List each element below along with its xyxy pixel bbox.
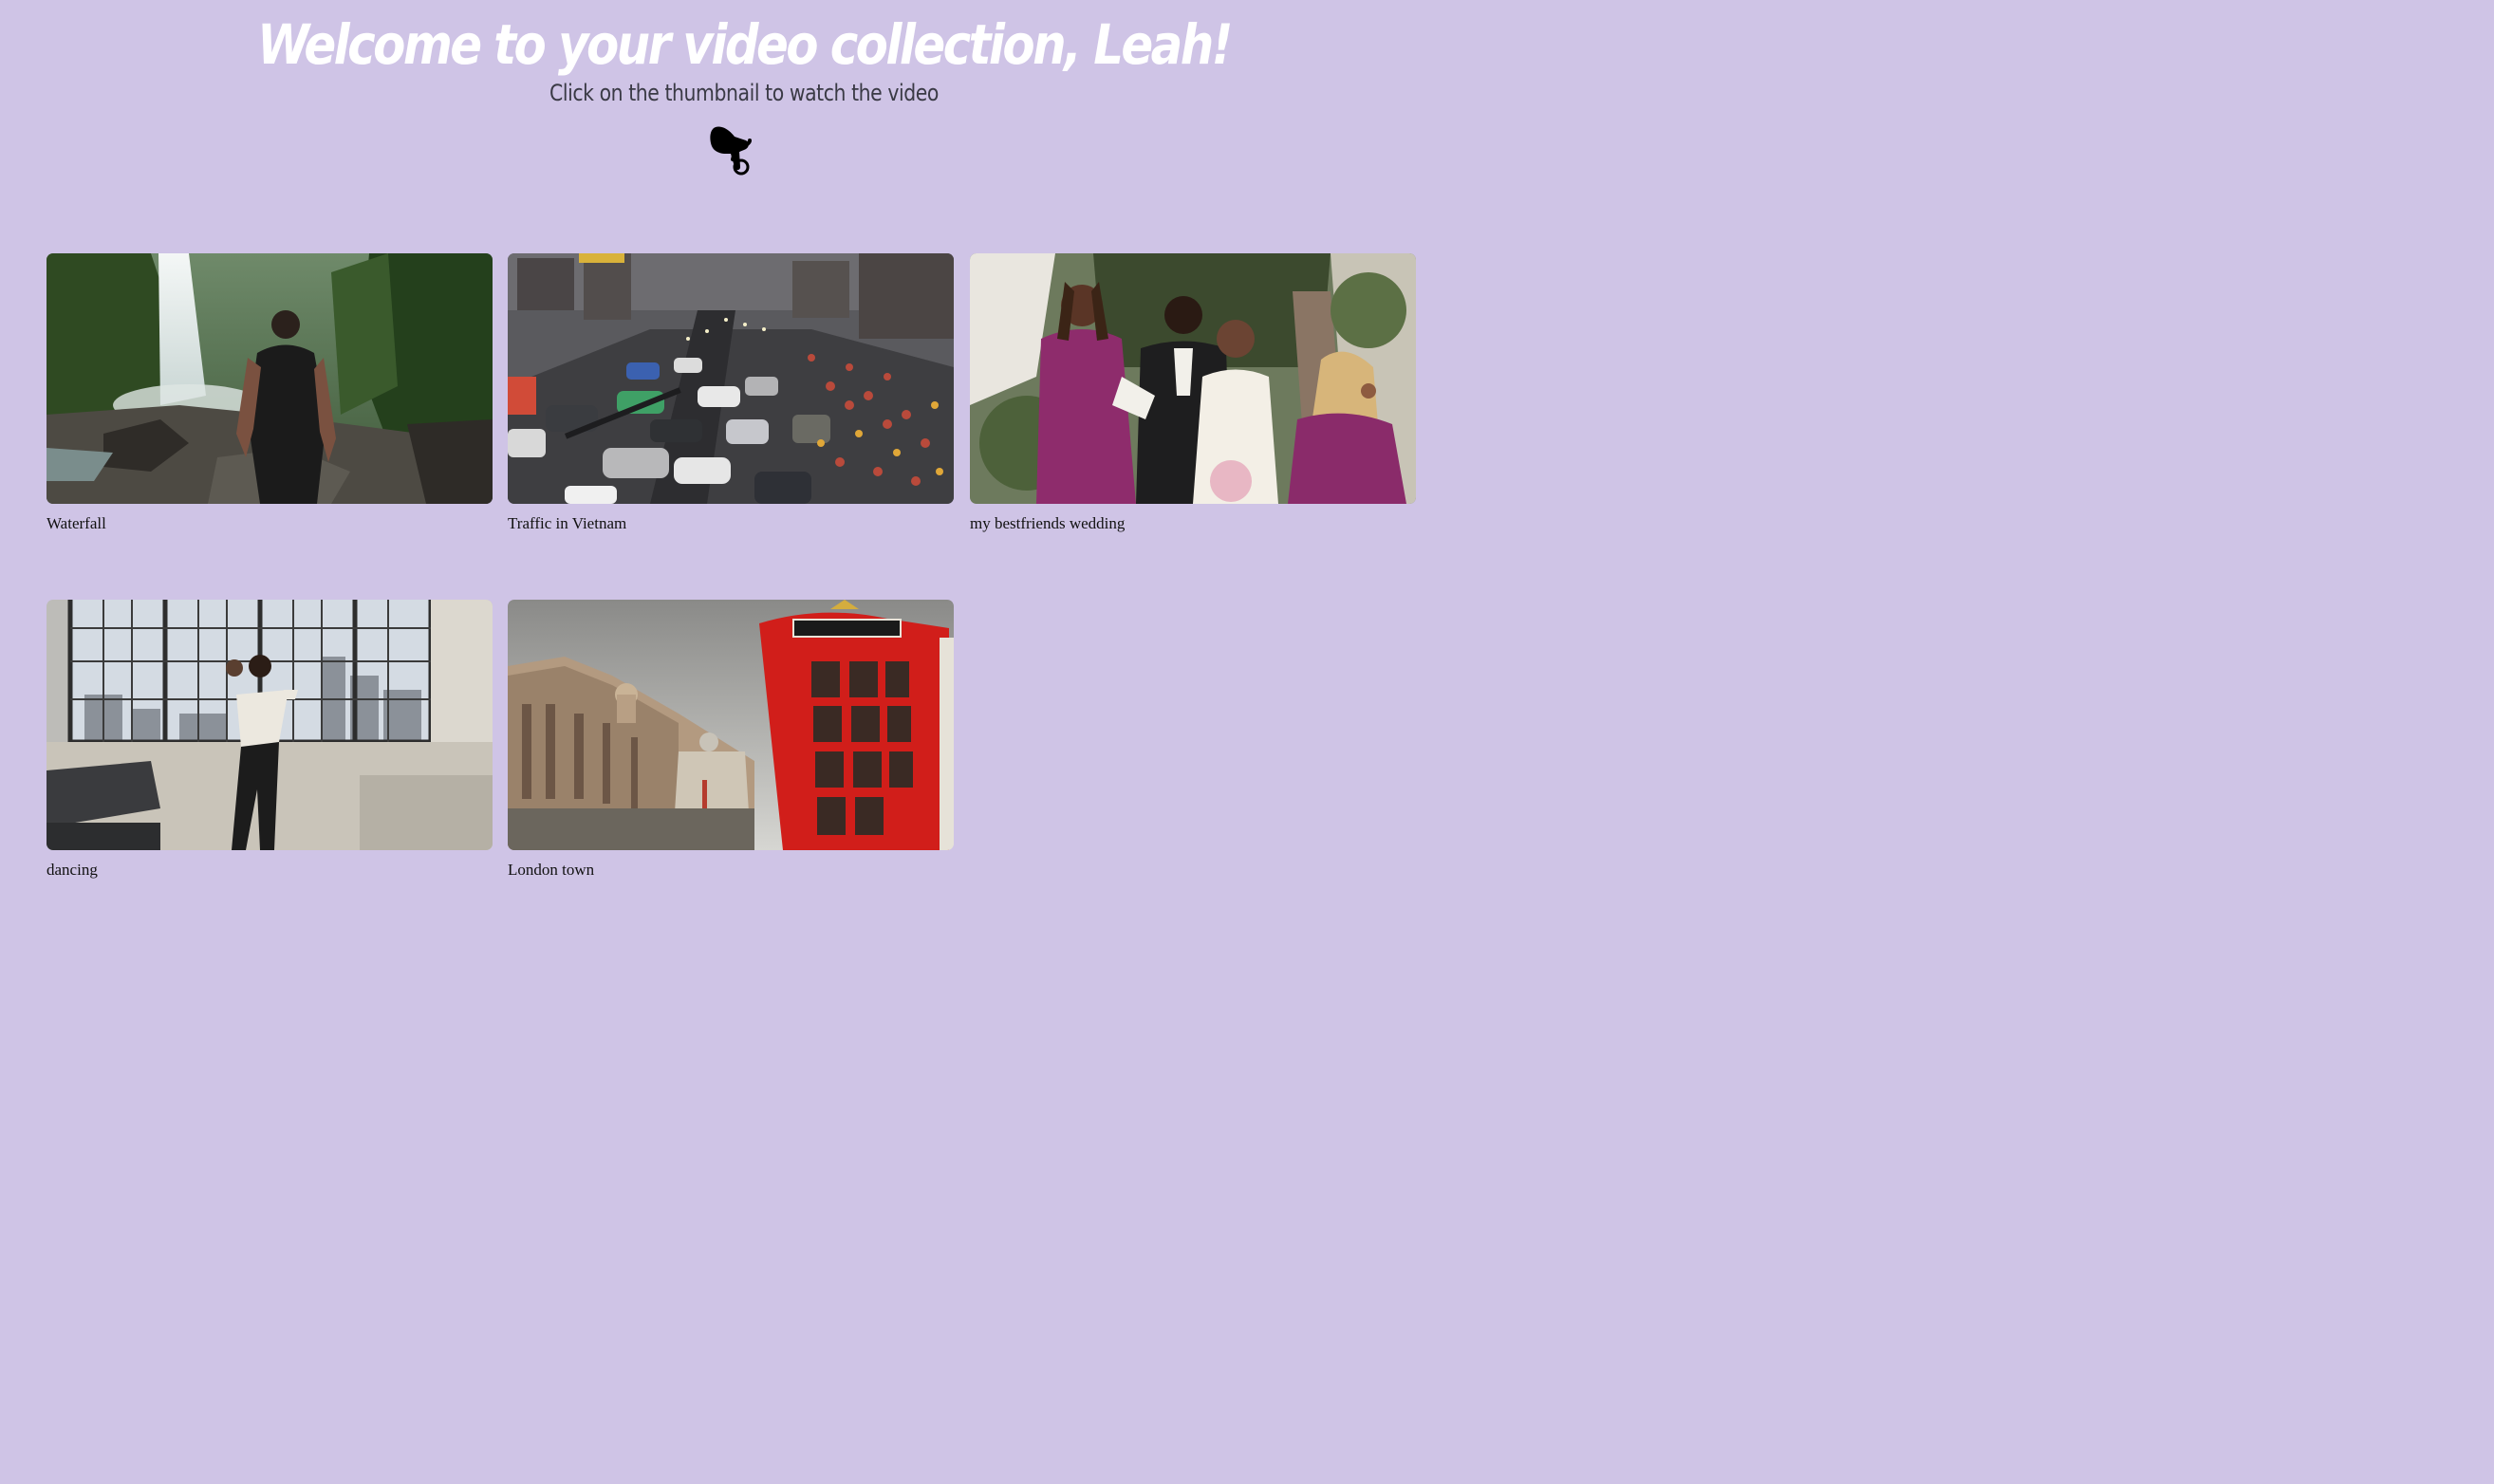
hand-pointing-down-icon [710, 126, 752, 176]
london-thumbnail[interactable] [508, 600, 954, 850]
video-title[interactable]: my bestfriends wedding [970, 515, 1416, 532]
dancing-thumbnail[interactable] [47, 600, 493, 850]
video-title[interactable]: Traffic in Vietnam [508, 515, 954, 532]
video-card-wedding[interactable]: my bestfriends wedding [970, 253, 1416, 532]
video-card-london[interactable]: London town [508, 600, 954, 879]
video-title[interactable]: dancing [47, 862, 493, 879]
waterfall-thumbnail[interactable] [47, 253, 493, 504]
traffic-thumbnail[interactable] [508, 253, 954, 504]
video-title[interactable]: London town [508, 862, 954, 879]
page-title: Welcome to your video collection, Leah! [257, 12, 1233, 77]
video-title[interactable]: Waterfall [47, 515, 493, 532]
video-card-traffic[interactable]: Traffic in Vietnam [508, 253, 954, 532]
video-card-waterfall[interactable]: Waterfall [47, 253, 493, 532]
wedding-thumbnail[interactable] [970, 253, 1416, 504]
video-card-dancing[interactable]: dancing [47, 600, 493, 879]
page-subtitle: Click on the thumbnail to watch the vide… [549, 80, 939, 106]
